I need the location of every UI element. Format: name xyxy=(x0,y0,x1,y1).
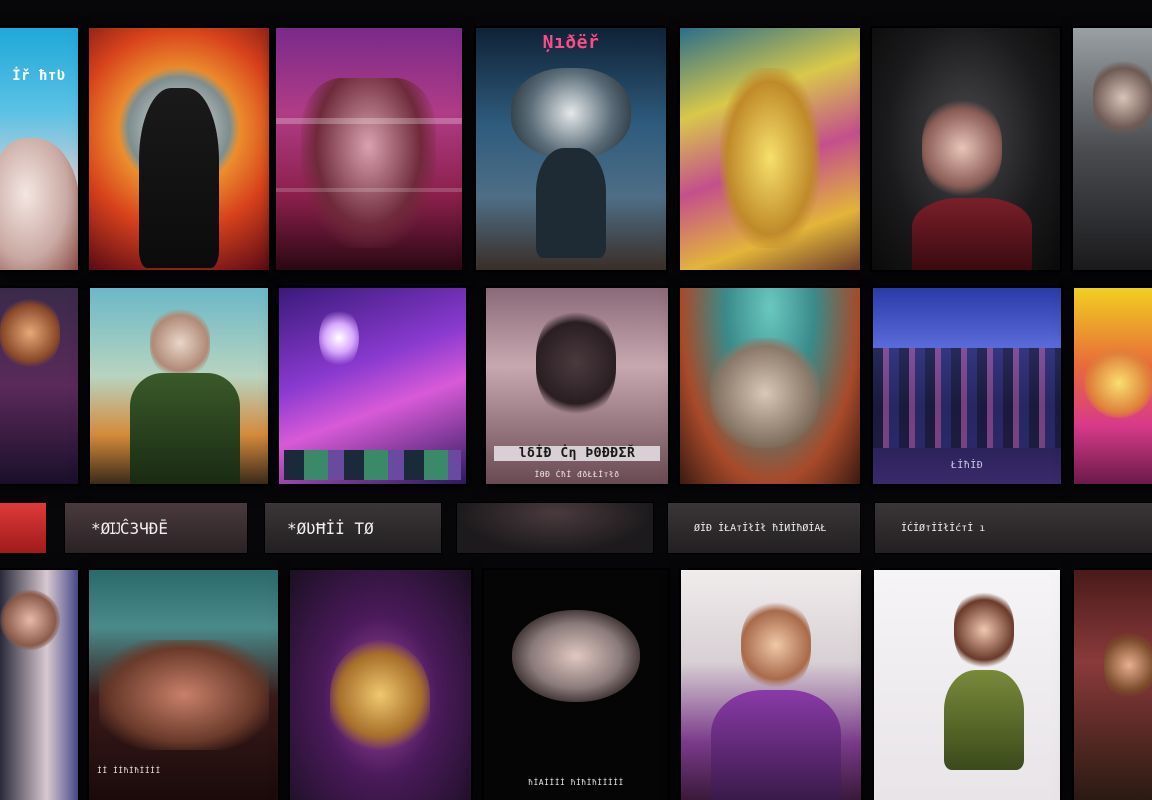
poster-figure xyxy=(301,78,436,248)
poster-title: lδİĐ Ċη ÞΘĐĐΣŘ xyxy=(494,446,660,461)
poster-figure xyxy=(873,348,1061,448)
poster-row3-1[interactable] xyxy=(0,570,78,800)
poster-row1-2[interactable] xyxy=(89,28,269,270)
poster-caption: ħİАİİİİ ħİħİħİİİİİ xyxy=(528,778,624,787)
poster-row3-5[interactable] xyxy=(681,570,861,800)
poster-figure xyxy=(954,590,1014,670)
poster-figure xyxy=(0,590,60,650)
poster-figure xyxy=(536,148,606,258)
poster-row1-5[interactable] xyxy=(680,28,860,270)
poster-figure xyxy=(944,670,1024,770)
chip-label: ØİĐ İŁАтİłİł ħİИİħØİАŁ xyxy=(694,522,827,534)
chip-label: *ØĲĈЗЧÐĒ xyxy=(91,518,169,538)
poster-figure xyxy=(1093,58,1152,138)
poster-row2-1[interactable] xyxy=(0,288,78,484)
poster-row2-7[interactable] xyxy=(1074,288,1152,484)
poster-row3-6[interactable] xyxy=(874,570,1060,800)
category-chip-6[interactable]: İĆİØтİİłİćтİ ı xyxy=(875,503,1152,553)
poster-title: İř ħтƲ xyxy=(12,68,66,84)
poster-row1-3[interactable] xyxy=(276,28,462,270)
poster-figure xyxy=(720,68,820,248)
poster-figure xyxy=(512,610,640,702)
poster-figure xyxy=(741,600,811,690)
poster-figure xyxy=(276,118,462,124)
poster-figure xyxy=(511,68,631,158)
poster-row1-1[interactable]: İř ħтƲ xyxy=(0,28,78,270)
poster-row1-4[interactable]: Ņıðёř xyxy=(476,28,666,270)
category-chip-5[interactable]: ØİĐ İŁАтİłİł ħİИİħØİАŁ xyxy=(668,503,860,553)
poster-figure xyxy=(130,373,240,484)
category-chip-1[interactable] xyxy=(0,503,46,553)
poster-figure xyxy=(912,198,1032,270)
poster-figure xyxy=(284,450,461,480)
poster-row2-3[interactable] xyxy=(279,288,466,484)
poster-row2-2[interactable] xyxy=(90,288,268,484)
poster-figure xyxy=(1104,630,1152,700)
poster-subtitle: İƟĐ Ċħİ đðŁŁİтłð xyxy=(534,470,620,479)
poster-figure xyxy=(536,308,616,418)
poster-row3-4[interactable]: ħİАİİİİ ħİħİħİİİİİ xyxy=(484,570,668,800)
category-chip-3[interactable]: *ØƲĦİİ ТØ xyxy=(265,503,441,553)
poster-figure xyxy=(150,308,210,378)
poster-figure xyxy=(276,188,462,192)
poster-figure xyxy=(0,298,60,368)
poster-row1-7[interactable] xyxy=(1073,28,1152,270)
poster-row2-4[interactable]: lδİĐ Ċη ÞΘĐĐΣŘ İƟĐ Ċħİ đðŁŁİтłð xyxy=(486,288,668,484)
poster-figure xyxy=(711,690,841,800)
chip-label: *ØƲĦİİ ТØ xyxy=(287,518,374,538)
poster-figure xyxy=(710,338,820,448)
poster-row2-5[interactable] xyxy=(680,288,860,484)
poster-row3-3[interactable] xyxy=(290,570,471,800)
poster-row2-6[interactable]: ŁİħİĐ xyxy=(873,288,1061,484)
poster-row1-6[interactable] xyxy=(872,28,1060,270)
chip-label: İĆİØтİİłİćтİ ı xyxy=(901,522,986,534)
poster-footer: ŁİħİĐ xyxy=(950,460,984,471)
poster-banner: Ņıðёř xyxy=(542,32,600,53)
poster-figure xyxy=(139,88,219,268)
category-chip-2[interactable]: *ØĲĈЗЧÐĒ xyxy=(65,503,247,553)
poster-figure xyxy=(330,640,430,750)
poster-figure xyxy=(0,138,78,270)
poster-figure xyxy=(319,308,359,368)
poster-figure xyxy=(99,640,269,750)
poster-caption: İİ İİħİħİİİİ xyxy=(97,766,161,775)
poster-figure xyxy=(922,98,1002,198)
poster-figure xyxy=(1084,348,1152,418)
poster-row3-7[interactable] xyxy=(1074,570,1152,800)
poster-row3-2[interactable]: İİ İİħİħİİİİ xyxy=(89,570,278,800)
category-chip-4[interactable] xyxy=(457,503,653,553)
